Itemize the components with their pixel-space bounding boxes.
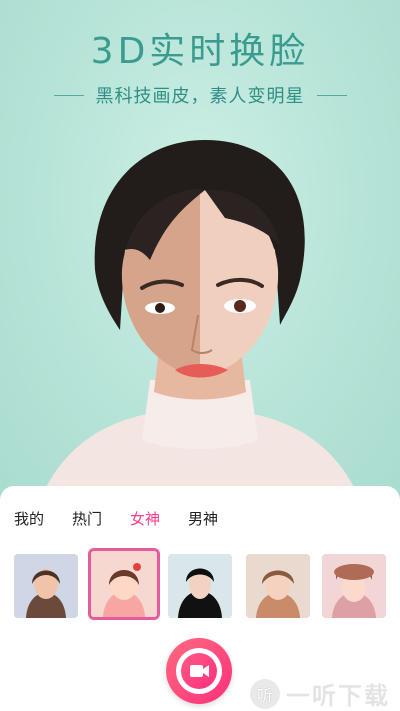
divider-left [53, 94, 84, 96]
tab-male-stars[interactable]: 男神 [174, 500, 232, 534]
template-thumbnails [0, 548, 400, 624]
watermark-text: 一听下载 [286, 682, 390, 710]
right-pupil [234, 300, 246, 312]
page-subtitle: 黑科技画皮，素人变明星 [95, 86, 305, 107]
tab-popular[interactable]: 热门 [58, 500, 116, 534]
page-title: 3D实时换脸 [90, 31, 310, 72]
thumbnail-portrait-3[interactable] [168, 554, 232, 618]
thumbnail-portrait-4[interactable] [246, 554, 310, 618]
video-camera-icon [190, 665, 209, 677]
thumbnail-portrait-1[interactable] [14, 554, 78, 618]
record-button[interactable] [166, 638, 232, 704]
watermark-badge: 听 [250, 678, 280, 709]
left-pupil [155, 303, 165, 313]
thumbnail-portrait-2[interactable] [88, 548, 160, 620]
divider-right [316, 94, 347, 96]
tab-mine[interactable]: 我的 [0, 500, 58, 534]
thumbnail-portrait-5[interactable] [322, 554, 386, 618]
category-tabs: 我的 热门 女神 男神 [0, 500, 232, 534]
record-button-core [181, 653, 217, 689]
watermark: 听 一听下载 [250, 676, 390, 711]
tab-goddess[interactable]: 女神 [116, 500, 174, 534]
face-swap-preview [40, 140, 360, 500]
subtitle-row: 黑科技画皮，素人变明星 [0, 82, 400, 108]
record-button-ring [176, 648, 222, 694]
